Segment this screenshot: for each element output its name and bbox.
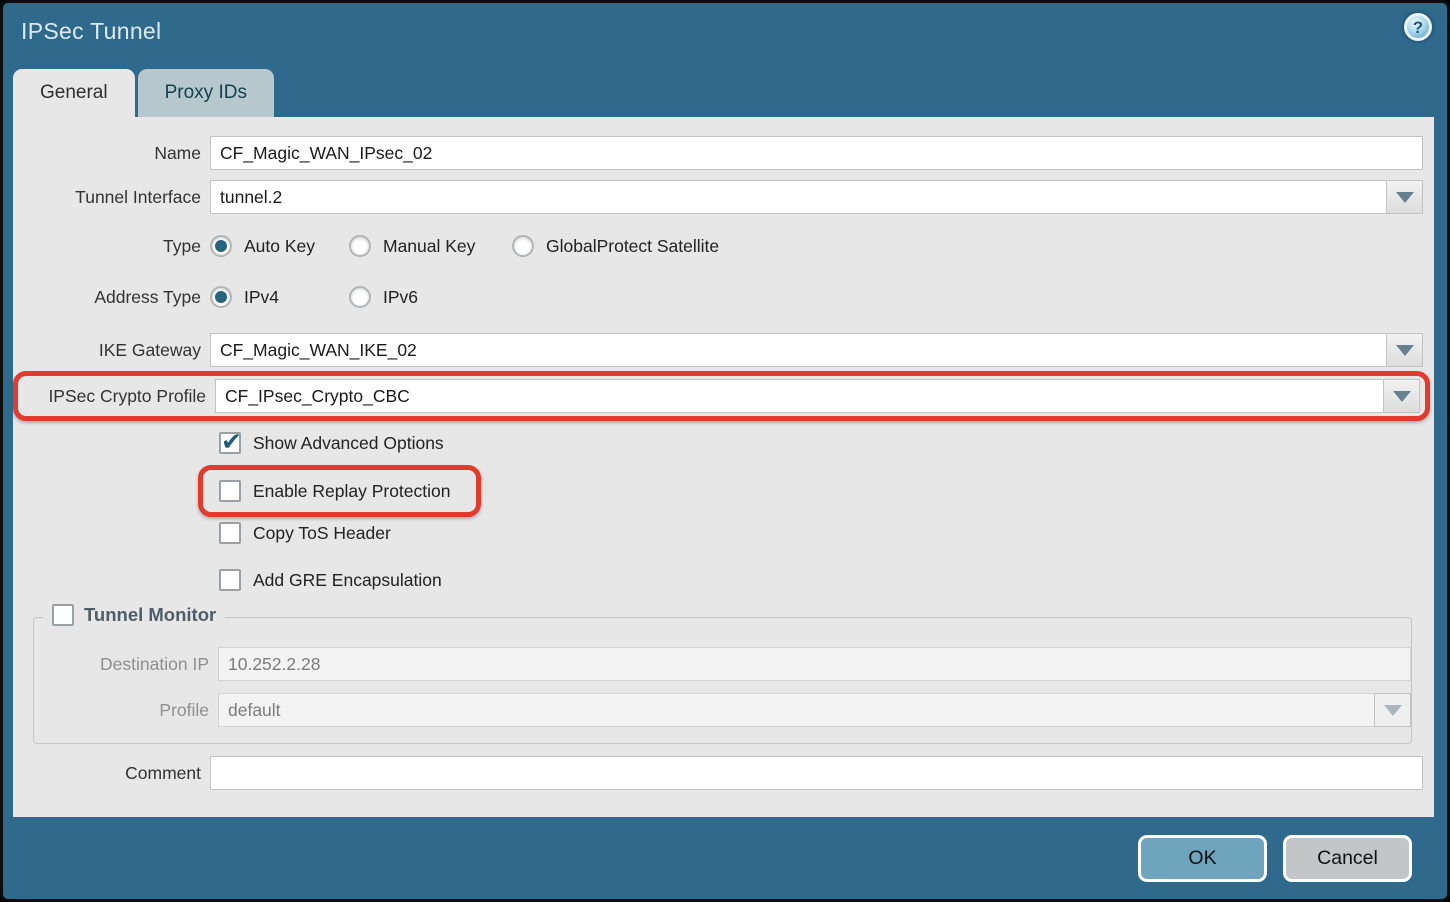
type-row: Type Auto Key Manual Key GlobalProtect S… <box>13 232 1423 260</box>
dialog-footer: OK Cancel <box>3 817 1447 899</box>
type-options: Auto Key Manual Key GlobalProtect Satell… <box>210 235 719 257</box>
destination-ip-label: Destination IP <box>34 654 218 675</box>
destination-ip-row: Destination IP <box>34 647 1411 681</box>
radio-manual-key[interactable]: Manual Key <box>349 235 512 257</box>
comment-label: Comment <box>13 763 210 784</box>
radio-auto-key[interactable]: Auto Key <box>210 235 349 257</box>
tunnel-interface-dropdown-button[interactable] <box>1386 180 1423 214</box>
address-type-row: Address Type IPv4 IPv6 <box>13 283 1423 311</box>
enable-replay-protection-checkbox[interactable] <box>219 480 241 502</box>
tab-general[interactable]: General <box>13 69 135 117</box>
show-advanced-options-row: Show Advanced Options <box>219 430 1434 456</box>
tab-proxy-ids[interactable]: Proxy IDs <box>138 69 274 117</box>
profile-row: Profile <box>34 693 1411 727</box>
ipsec-crypto-profile-label: IPSec Crypto Profile <box>23 386 215 407</box>
tunnel-monitor-section: Tunnel Monitor Destination IP Profile <box>33 617 1412 744</box>
radio-button-icon <box>210 235 232 257</box>
dialog-titlebar: IPSec Tunnel ? <box>3 3 1447 65</box>
tab-strip: General Proxy IDs <box>13 69 274 117</box>
tunnel-interface-dropdown <box>210 180 1423 214</box>
radio-ipv6[interactable]: IPv6 <box>349 286 512 308</box>
ipsec-crypto-profile-input[interactable] <box>215 379 1383 413</box>
profile-input <box>218 693 1374 727</box>
address-type-label: Address Type <box>13 287 210 308</box>
radio-globalprotect-satellite[interactable]: GlobalProtect Satellite <box>512 235 719 257</box>
copy-tos-header-row: Copy ToS Header <box>219 520 1434 546</box>
ok-button[interactable]: OK <box>1138 835 1267 882</box>
chevron-down-icon <box>1396 345 1414 356</box>
ipsec-crypto-profile-dropdown <box>215 379 1420 413</box>
profile-dropdown <box>218 693 1411 727</box>
comment-input[interactable] <box>210 756 1423 790</box>
tunnel-monitor-checkbox[interactable] <box>52 604 74 626</box>
ike-gateway-label: IKE Gateway <box>13 340 210 361</box>
chevron-down-icon <box>1396 192 1414 203</box>
radio-button-icon <box>210 286 232 308</box>
radio-button-icon <box>512 235 534 257</box>
ipsec-crypto-profile-dropdown-button[interactable] <box>1383 379 1420 413</box>
address-type-options: IPv4 IPv6 <box>210 286 512 308</box>
copy-tos-header-checkbox[interactable] <box>219 522 241 544</box>
radio-button-icon <box>349 286 371 308</box>
add-gre-encapsulation-checkbox[interactable] <box>219 569 241 591</box>
name-input[interactable] <box>210 136 1423 170</box>
tunnel-interface-row: Tunnel Interface <box>13 180 1423 214</box>
ipsec-tunnel-dialog: IPSec Tunnel ? General Proxy IDs Name Tu… <box>0 0 1450 902</box>
ike-gateway-dropdown <box>210 333 1423 367</box>
help-icon[interactable]: ? <box>1404 13 1432 41</box>
comment-row: Comment <box>13 756 1423 790</box>
destination-ip-input <box>218 647 1411 681</box>
cancel-button[interactable]: Cancel <box>1283 835 1412 882</box>
chevron-down-icon <box>1393 391 1411 402</box>
profile-label: Profile <box>34 700 218 721</box>
ike-gateway-row: IKE Gateway <box>13 333 1423 367</box>
tunnel-monitor-legend: Tunnel Monitor <box>43 604 225 626</box>
ipsec-crypto-profile-row-highlight-annotation: IPSec Crypto Profile <box>13 371 1430 421</box>
tunnel-interface-input[interactable] <box>210 180 1386 214</box>
tunnel-interface-label: Tunnel Interface <box>13 187 210 208</box>
show-advanced-options-checkbox[interactable] <box>219 432 241 454</box>
ike-gateway-dropdown-button[interactable] <box>1386 333 1423 367</box>
name-label: Name <box>13 143 210 164</box>
general-tab-panel: Name Tunnel Interface Type Auto Key <box>13 117 1434 817</box>
ike-gateway-input[interactable] <box>210 333 1386 367</box>
profile-dropdown-button <box>1374 693 1411 727</box>
enable-replay-protection-highlight-annotation: Enable Replay Protection <box>198 465 481 517</box>
dialog-title: IPSec Tunnel <box>21 18 161 45</box>
radio-button-icon <box>349 235 371 257</box>
type-label: Type <box>13 236 210 257</box>
chevron-down-icon <box>1384 705 1402 716</box>
radio-ipv4[interactable]: IPv4 <box>210 286 349 308</box>
add-gre-encapsulation-row: Add GRE Encapsulation <box>219 567 1434 593</box>
name-row: Name <box>13 136 1423 170</box>
